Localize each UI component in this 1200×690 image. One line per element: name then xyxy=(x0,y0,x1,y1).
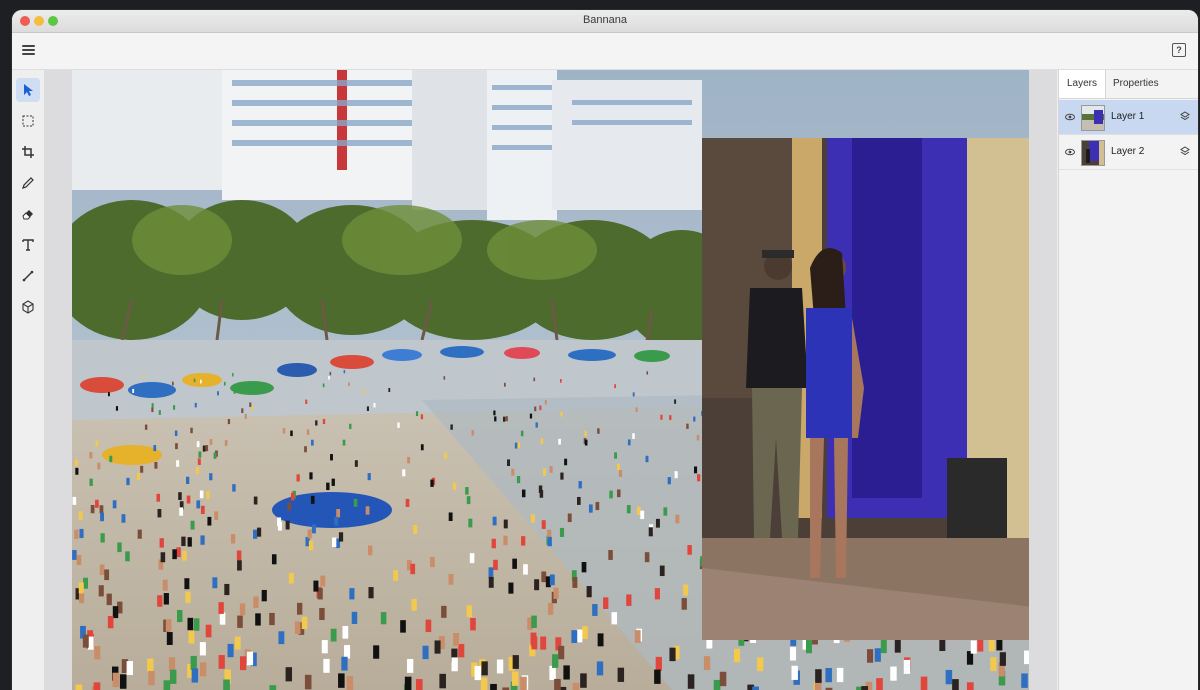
street-scene-image xyxy=(702,138,1029,640)
layer-thumbnail xyxy=(1081,105,1105,131)
eye-icon[interactable] xyxy=(1065,112,1075,122)
arrow-pointer-icon xyxy=(24,84,33,96)
pencil-tool[interactable] xyxy=(16,171,40,195)
pencil-icon xyxy=(22,177,34,189)
layer-row-1[interactable]: Layer 1 xyxy=(1059,100,1198,135)
help-icon[interactable]: ? xyxy=(1172,43,1186,57)
layers-panel: Layers Properties Layer 1 Layer 2 xyxy=(1058,70,1198,690)
marquee-tool[interactable] xyxy=(16,109,40,133)
layer-name: Layer 1 xyxy=(1111,111,1145,122)
menu-bar: ? xyxy=(12,33,1198,70)
text-tool[interactable] xyxy=(16,233,40,257)
line-icon xyxy=(22,270,34,282)
line-tool[interactable] xyxy=(16,264,40,288)
eye-icon[interactable] xyxy=(1065,147,1075,157)
layer-row-2[interactable]: Layer 2 xyxy=(1059,135,1198,170)
crop-icon xyxy=(22,146,34,158)
dashed-rectangle-icon xyxy=(22,115,34,127)
app-window: Bannana ? Layers Properties Layer 1 Laye… xyxy=(12,10,1198,690)
text-icon xyxy=(22,239,34,251)
layer-thumbnail xyxy=(1081,140,1105,166)
eraser-icon xyxy=(22,210,33,220)
3d-tool[interactable] xyxy=(16,295,40,319)
layer-stack-icon[interactable] xyxy=(1180,146,1190,156)
canvas-area[interactable] xyxy=(45,70,1057,690)
panel-tabs: Layers Properties xyxy=(1059,70,1198,99)
tab-properties[interactable]: Properties xyxy=(1105,70,1167,98)
layer-name: Layer 2 xyxy=(1111,146,1145,157)
window-title: Bannana xyxy=(582,14,628,26)
tool-palette xyxy=(12,70,45,690)
layer-stack-icon[interactable] xyxy=(1180,111,1190,121)
layer-1-beach-photo[interactable] xyxy=(72,70,1029,690)
select-tool[interactable] xyxy=(16,78,40,102)
eraser-tool[interactable] xyxy=(16,202,40,226)
layer-2-street-photo[interactable] xyxy=(702,138,1029,640)
cube-icon xyxy=(22,300,34,314)
crop-tool[interactable] xyxy=(16,140,40,164)
tab-layers[interactable]: Layers xyxy=(1059,70,1107,98)
title-bar: Bannana xyxy=(12,10,1198,33)
hamburger-menu-icon[interactable] xyxy=(22,45,35,55)
